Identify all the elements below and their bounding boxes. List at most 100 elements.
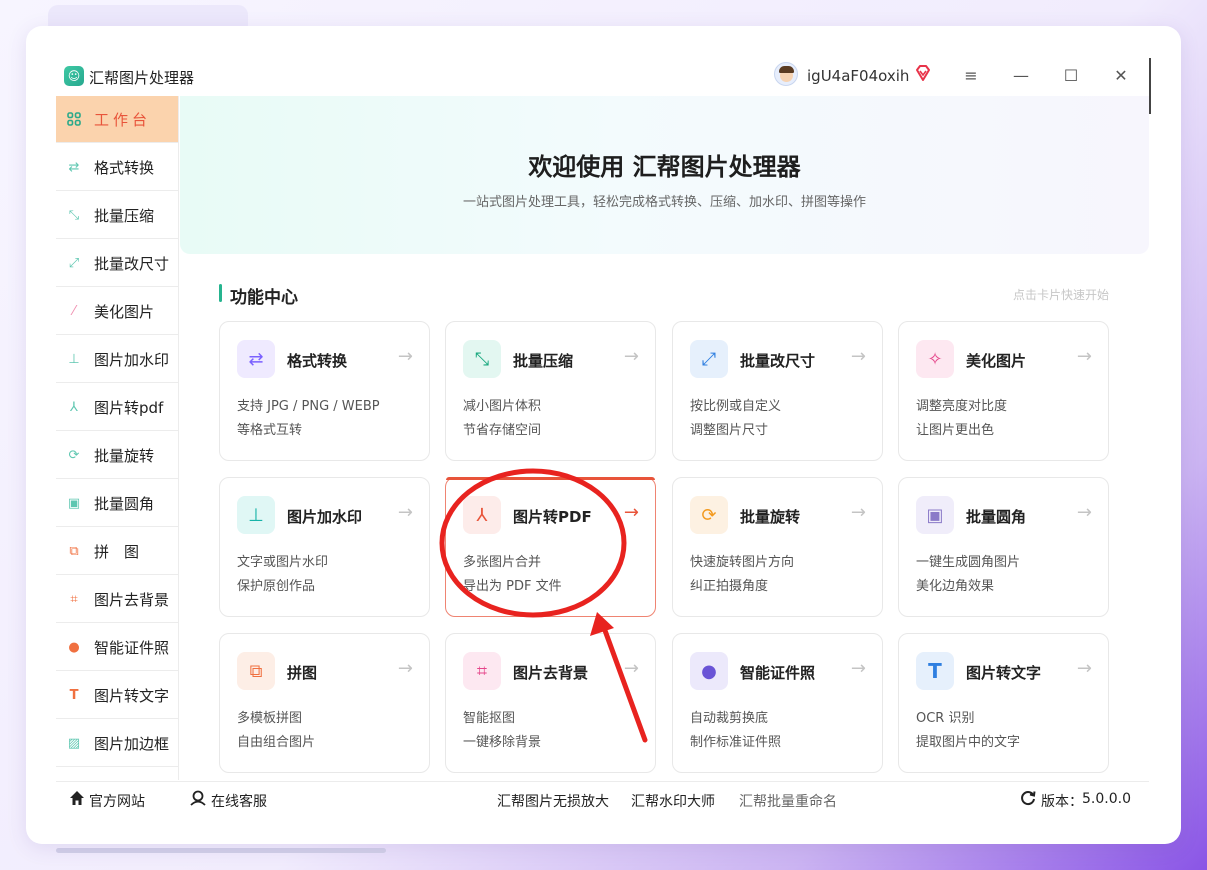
text-icon: T [69, 687, 79, 703]
card-title: 批量改尺寸 [740, 352, 816, 370]
card-compress[interactable]: ⤡ 批量压缩 → 减小图片体积 节省存储空间 [445, 321, 656, 461]
card-desc: 智能抠图 [463, 711, 516, 726]
home-icon[interactable] [68, 789, 86, 807]
arrow-right-icon: → [397, 658, 413, 679]
sidebar-item-workbench[interactable]: 工作台 [56, 96, 178, 143]
sidebar-item-collage[interactable]: ⧉ 拼 图 [56, 528, 178, 575]
sidebar-item-rotate[interactable]: ⟳ 批量旋转 [56, 432, 178, 479]
card-desc: 快速旋转图片方向 [690, 555, 795, 570]
arrow-right-icon: → [850, 346, 866, 367]
section-title: 功能中心 [230, 288, 298, 308]
minimize-button[interactable]: — [1007, 62, 1035, 90]
sidebar-item-format-convert[interactable]: ⇄ 格式转换 [56, 144, 178, 191]
card-title: 批量圆角 [966, 508, 1027, 526]
card-title: 批量旋转 [740, 508, 801, 526]
card-id-photo[interactable]: ● 智能证件照 → 自动裁剪换底 制作标准证件照 [672, 633, 883, 773]
maximize-button[interactable]: ☐ [1057, 62, 1085, 90]
card-ocr[interactable]: T 图片转文字 → OCR 识别 提取图片中的文字 [898, 633, 1109, 773]
sidebar-item-label: 工作台 [94, 110, 152, 129]
app-logo-icon: ☺ [64, 66, 84, 86]
version-number: 5.0.0.0 [1082, 791, 1131, 807]
card-desc: 制作标准证件照 [690, 735, 782, 750]
crop-icon: ⌗ [70, 591, 78, 607]
magic-wand-icon: ✧ [916, 340, 954, 378]
arrow-right-icon: → [1076, 502, 1092, 523]
card-desc: 保护原创作品 [237, 579, 316, 594]
close-button[interactable]: ✕ [1107, 62, 1135, 90]
compress-icon: ⤡ [463, 340, 501, 378]
avatar[interactable] [774, 62, 798, 86]
card-title: 美化图片 [966, 352, 1027, 370]
stamp-icon: ⊥ [68, 351, 80, 367]
card-desc: 调整图片尺寸 [690, 423, 769, 438]
pdf-icon: ⅄ [463, 496, 501, 534]
official-website-link[interactable]: 官方网站 [89, 791, 145, 811]
window-edge-line [1149, 58, 1151, 114]
card-title: 图片转PDF [513, 508, 592, 526]
version-label: 版本： [1041, 794, 1083, 810]
sidebar-item-label: 图片加边框 [94, 734, 170, 753]
sidebar-item-resize[interactable]: ⤢ 批量改尺寸 [56, 240, 178, 287]
card-desc: 减小图片体积 [463, 399, 542, 414]
sidebar-item-to-pdf[interactable]: ⅄ 图片转pdf [56, 384, 178, 431]
card-rotate[interactable]: ⟳ 批量旋转 → 快速旋转图片方向 纠正拍摄角度 [672, 477, 883, 617]
main-content: 欢迎使用 汇帮图片处理器 一站式图片处理工具，轻松完成格式转换、压缩、加水印、拼… [180, 96, 1149, 780]
sidebar-item-border[interactable]: ▨ 图片加边框 [56, 720, 178, 767]
card-title: 图片去背景 [513, 664, 589, 682]
card-format-convert[interactable]: ⇄ 格式转换 → 支持 JPG / PNG / WEBP 等格式互转 [219, 321, 430, 461]
card-desc: 一键移除背景 [463, 735, 542, 750]
product-link-watermark[interactable]: 汇帮水印大师 [631, 791, 715, 811]
person-icon: ● [68, 639, 80, 655]
card-desc: 支持 JPG / PNG / WEBP [237, 399, 380, 414]
card-desc: 纠正拍摄角度 [690, 579, 769, 594]
sidebar-item-label: 图片加水印 [94, 350, 170, 369]
customer-service-icon[interactable] [189, 789, 207, 807]
sidebar-item-beautify[interactable]: ⁄ 美化图片 [56, 288, 178, 335]
card-desc: 提取图片中的文字 [916, 735, 1021, 750]
sidebar-item-label: 批量压缩 [94, 206, 155, 225]
card-watermark[interactable]: ⊥ 图片加水印 → 文字或图片水印 保护原创作品 [219, 477, 430, 617]
sidebar-item-label: 智能证件照 [94, 638, 170, 657]
card-desc: 按比例或自定义 [690, 399, 782, 414]
app-title: 汇帮图片处理器 [89, 69, 195, 87]
product-link-rename[interactable]: 汇帮批量重命名 [739, 791, 837, 811]
resize-icon: ⤢ [68, 255, 80, 271]
card-desc: 导出为 PDF 文件 [463, 579, 562, 594]
resize-icon: ⤢ [690, 340, 728, 378]
magic-wand-icon: ⁄ [72, 303, 76, 319]
arrow-right-icon: → [1076, 658, 1092, 679]
card-to-pdf[interactable]: ⅄ 图片转PDF → 多张图片合并 导出为 PDF 文件 [445, 477, 656, 617]
card-remove-bg[interactable]: ⌗ 图片去背景 → 智能抠图 一键移除背景 [445, 633, 656, 773]
grid-icon [65, 110, 83, 128]
sidebar-item-id-photo[interactable]: ● 智能证件照 [56, 624, 178, 671]
vip-diamond-icon[interactable] [914, 64, 932, 82]
section-accent-bar [219, 284, 222, 302]
card-beautify[interactable]: ✧ 美化图片 → 调整亮度对比度 让图片更出色 [898, 321, 1109, 461]
sidebar-item-watermark[interactable]: ⊥ 图片加水印 [56, 336, 178, 383]
person-icon: ● [690, 652, 728, 690]
username[interactable]: igU4aF04oxih [807, 67, 909, 85]
collage-icon: ⧉ [69, 543, 79, 559]
text-icon: T [916, 652, 954, 690]
product-link-upscale[interactable]: 汇帮图片无损放大 [497, 791, 609, 811]
card-round-corner[interactable]: ▣ 批量圆角 → 一键生成圆角图片 美化边角效果 [898, 477, 1109, 617]
card-desc: 多张图片合并 [463, 555, 542, 570]
sidebar-item-remove-bg[interactable]: ⌗ 图片去背景 [56, 576, 178, 623]
card-resize[interactable]: ⤢ 批量改尺寸 → 按比例或自定义 调整图片尺寸 [672, 321, 883, 461]
hero-title: 欢迎使用 汇帮图片处理器 [528, 153, 801, 181]
sidebar-item-round-corner[interactable]: ▣ 批量圆角 [56, 480, 178, 527]
card-collage[interactable]: ⧉ 拼图 → 多模板拼图 自由组合图片 [219, 633, 430, 773]
refresh-icon[interactable] [1019, 789, 1037, 807]
menu-button[interactable]: ≡ [957, 62, 985, 90]
sidebar-item-compress[interactable]: ⤡ 批量压缩 [56, 192, 178, 239]
card-title: 智能证件照 [740, 664, 816, 682]
card-title: 图片转文字 [966, 664, 1042, 682]
sidebar-item-label: 批量旋转 [94, 446, 155, 465]
sidebar: 工作台 ⇄ 格式转换 ⤡ 批量压缩 ⤢ 批量改尺寸 ⁄ 美化图片 ⊥ 图片加水印… [56, 96, 179, 780]
card-desc: 文字或图片水印 [237, 555, 329, 570]
card-desc: 自动裁剪换底 [690, 711, 769, 726]
arrow-right-icon: → [397, 346, 413, 367]
sidebar-item-ocr[interactable]: T 图片转文字 [56, 672, 178, 719]
sidebar-item-label: 图片转pdf [94, 398, 164, 417]
online-support-link[interactable]: 在线客服 [211, 791, 267, 811]
